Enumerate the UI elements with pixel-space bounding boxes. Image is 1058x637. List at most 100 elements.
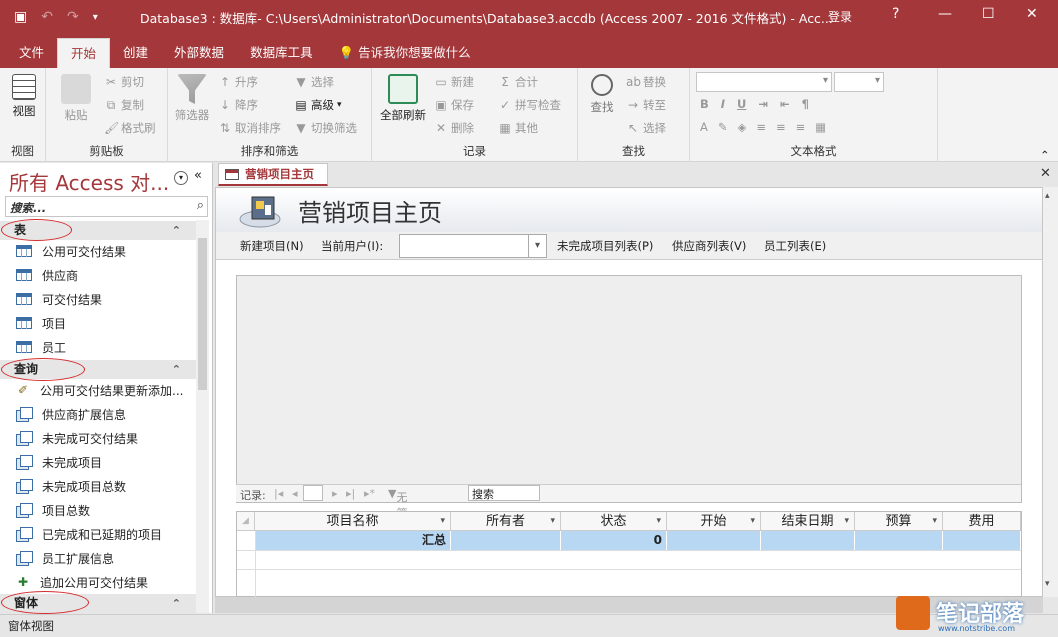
bold-icon[interactable]: B: [700, 97, 709, 111]
font-color-icon[interactable]: A: [700, 120, 708, 134]
sign-in-link[interactable]: 登录: [828, 8, 852, 25]
help-button[interactable]: ?: [892, 6, 899, 22]
align-center-icon[interactable]: ≡: [776, 120, 786, 134]
employees-link[interactable]: 员工列表(E): [764, 238, 826, 254]
close-button[interactable]: ✕: [1026, 6, 1038, 22]
tab-database-tools[interactable]: 数据库工具: [237, 38, 326, 68]
tab-file[interactable]: 文件: [6, 38, 57, 68]
vendors-link[interactable]: 供应商列表(V): [672, 238, 746, 254]
nav-shutter-icon[interactable]: «: [194, 168, 202, 183]
highlight-icon[interactable]: ✎: [718, 120, 728, 134]
nav-menu-icon[interactable]: ▾: [174, 171, 188, 185]
sort-descending-button[interactable]: ↓ 降序: [218, 97, 258, 113]
outdent-icon[interactable]: ⇤: [780, 97, 790, 111]
nav-item-query[interactable]: 项目总数: [16, 499, 90, 521]
paragraph-icon[interactable]: ¶: [802, 97, 809, 111]
save-record-button[interactable]: ▣ 保存: [434, 97, 474, 113]
maximize-button[interactable]: ☐: [982, 6, 995, 22]
nav-item-query[interactable]: ✐ 公用可交付结果更新添加...: [16, 379, 183, 401]
next-record-icon[interactable]: ▸: [332, 487, 338, 500]
nav-item-query[interactable]: 未完成项目总数: [16, 475, 126, 497]
tell-me-box[interactable]: 💡 告诉我你想要做什么: [326, 38, 484, 68]
chevron-down-icon[interactable]: ▾: [932, 512, 937, 531]
advanced-button[interactable]: ▤ 高级 ▾: [294, 97, 341, 113]
record-number-input[interactable]: [303, 485, 323, 501]
spelling-button[interactable]: ✓ 拼写检查: [498, 97, 561, 113]
chevron-down-icon[interactable]: ▾: [528, 235, 546, 257]
copy-button[interactable]: ⧉ 复制: [104, 97, 144, 113]
more-button[interactable]: ▦ 其他: [498, 120, 538, 136]
nav-item-query[interactable]: 供应商扩展信息: [16, 403, 126, 425]
chevron-down-icon[interactable]: ▾: [440, 512, 445, 531]
delete-record-button[interactable]: ✕ 删除: [434, 120, 474, 136]
chevron-down-icon[interactable]: ▾: [656, 512, 661, 531]
column-header[interactable]: 结束日期 ▾: [761, 512, 855, 531]
chevron-down-icon[interactable]: ▾: [750, 512, 755, 531]
column-header[interactable]: 预算 ▾: [855, 512, 943, 531]
last-record-icon[interactable]: ▸|: [346, 487, 355, 500]
nav-item-table[interactable]: 公用可交付结果: [16, 240, 126, 262]
column-header[interactable]: 项目名称 ▾: [255, 512, 451, 531]
new-record-button[interactable]: ▭ 新建: [434, 74, 474, 90]
nav-item-table[interactable]: 可交付结果: [16, 288, 102, 310]
minimize-button[interactable]: —: [938, 6, 952, 22]
prev-record-icon[interactable]: ◂: [292, 487, 298, 500]
gridlines-icon[interactable]: ▦: [815, 120, 826, 134]
redo-icon[interactable]: ↷: [67, 9, 79, 25]
search-icon[interactable]: ⌕: [197, 198, 204, 213]
current-user-combo[interactable]: ▾: [399, 234, 547, 258]
refresh-all-button[interactable]: 全部刷新: [376, 74, 430, 123]
toggle-filter-button[interactable]: ▼ 切换筛选: [294, 120, 357, 136]
column-header[interactable]: 状态 ▾: [561, 512, 667, 531]
chevron-down-icon[interactable]: ▾: [550, 512, 555, 531]
open-projects-link[interactable]: 未完成项目列表(P): [557, 238, 653, 254]
column-header[interactable]: 费用: [943, 512, 1021, 531]
indent-icon[interactable]: ⇥: [758, 97, 768, 111]
close-document-icon[interactable]: ✕: [1040, 166, 1051, 181]
column-header[interactable]: 开始 ▾: [667, 512, 761, 531]
nav-item-query[interactable]: 已完成和已延期的项目: [16, 523, 162, 545]
collapse-ribbon-icon[interactable]: ⌃: [1040, 148, 1050, 162]
underline-icon[interactable]: U: [737, 97, 746, 111]
nav-item-table[interactable]: 员工: [16, 336, 66, 358]
replace-button[interactable]: ab 替换: [626, 74, 666, 90]
first-record-icon[interactable]: |◂: [274, 487, 283, 500]
nav-item-query[interactable]: ✚ 追加公用可交付结果: [16, 571, 148, 593]
new-project-link[interactable]: 新建项目(N): [240, 238, 304, 254]
record-search-input[interactable]: 搜索: [468, 485, 540, 501]
scroll-down-icon[interactable]: ▾: [1045, 579, 1050, 589]
font-name-combo[interactable]: [696, 72, 832, 92]
find-button[interactable]: 查找: [584, 74, 620, 115]
chevron-down-icon[interactable]: ▾: [844, 512, 849, 531]
italic-icon[interactable]: I: [721, 97, 725, 111]
tab-marketing-home[interactable]: 营销项目主页: [218, 163, 328, 186]
sort-ascending-button[interactable]: ↑ 升序: [218, 74, 258, 90]
filter-button[interactable]: 筛选器: [172, 74, 212, 123]
scroll-up-icon[interactable]: ▴: [1045, 191, 1050, 201]
cut-button[interactable]: ✂ 剪切: [104, 74, 144, 90]
align-left-icon[interactable]: ≡: [756, 120, 766, 134]
nav-item-table[interactable]: 项目: [16, 312, 66, 334]
nav-search-input[interactable]: 搜索... ⌕: [5, 196, 208, 217]
new-blank-record-icon[interactable]: ▸*: [364, 487, 375, 500]
tab-create[interactable]: 创建: [110, 38, 161, 68]
undo-icon[interactable]: ↶: [41, 9, 53, 25]
form-vertical-scrollbar[interactable]: ▴ ▾: [1043, 187, 1058, 597]
save-icon[interactable]: ▣: [14, 9, 27, 25]
customize-qat-icon[interactable]: ▾: [93, 12, 98, 23]
tab-external-data[interactable]: 外部数据: [161, 38, 237, 68]
nav-item-table[interactable]: 供应商: [16, 264, 78, 286]
nav-item-query[interactable]: 员工扩展信息: [16, 547, 114, 569]
view-button[interactable]: 视图: [8, 74, 40, 119]
select-all-corner[interactable]: ◢: [237, 512, 255, 531]
nav-item-query[interactable]: 未完成可交付结果: [16, 427, 138, 449]
nav-item-query[interactable]: 未完成项目: [16, 451, 102, 473]
nav-scroll-thumb[interactable]: [198, 238, 207, 390]
column-header[interactable]: 所有者 ▾: [451, 512, 561, 531]
selection-button[interactable]: ▼ 选择: [294, 74, 334, 90]
goto-button[interactable]: → 转至: [626, 97, 666, 113]
paste-button[interactable]: 粘贴: [58, 74, 94, 123]
remove-sort-button[interactable]: ⇅ 取消排序: [218, 120, 281, 136]
nav-title[interactable]: 所有 Access 对...: [9, 167, 169, 196]
fill-color-icon[interactable]: ◈: [738, 120, 747, 134]
